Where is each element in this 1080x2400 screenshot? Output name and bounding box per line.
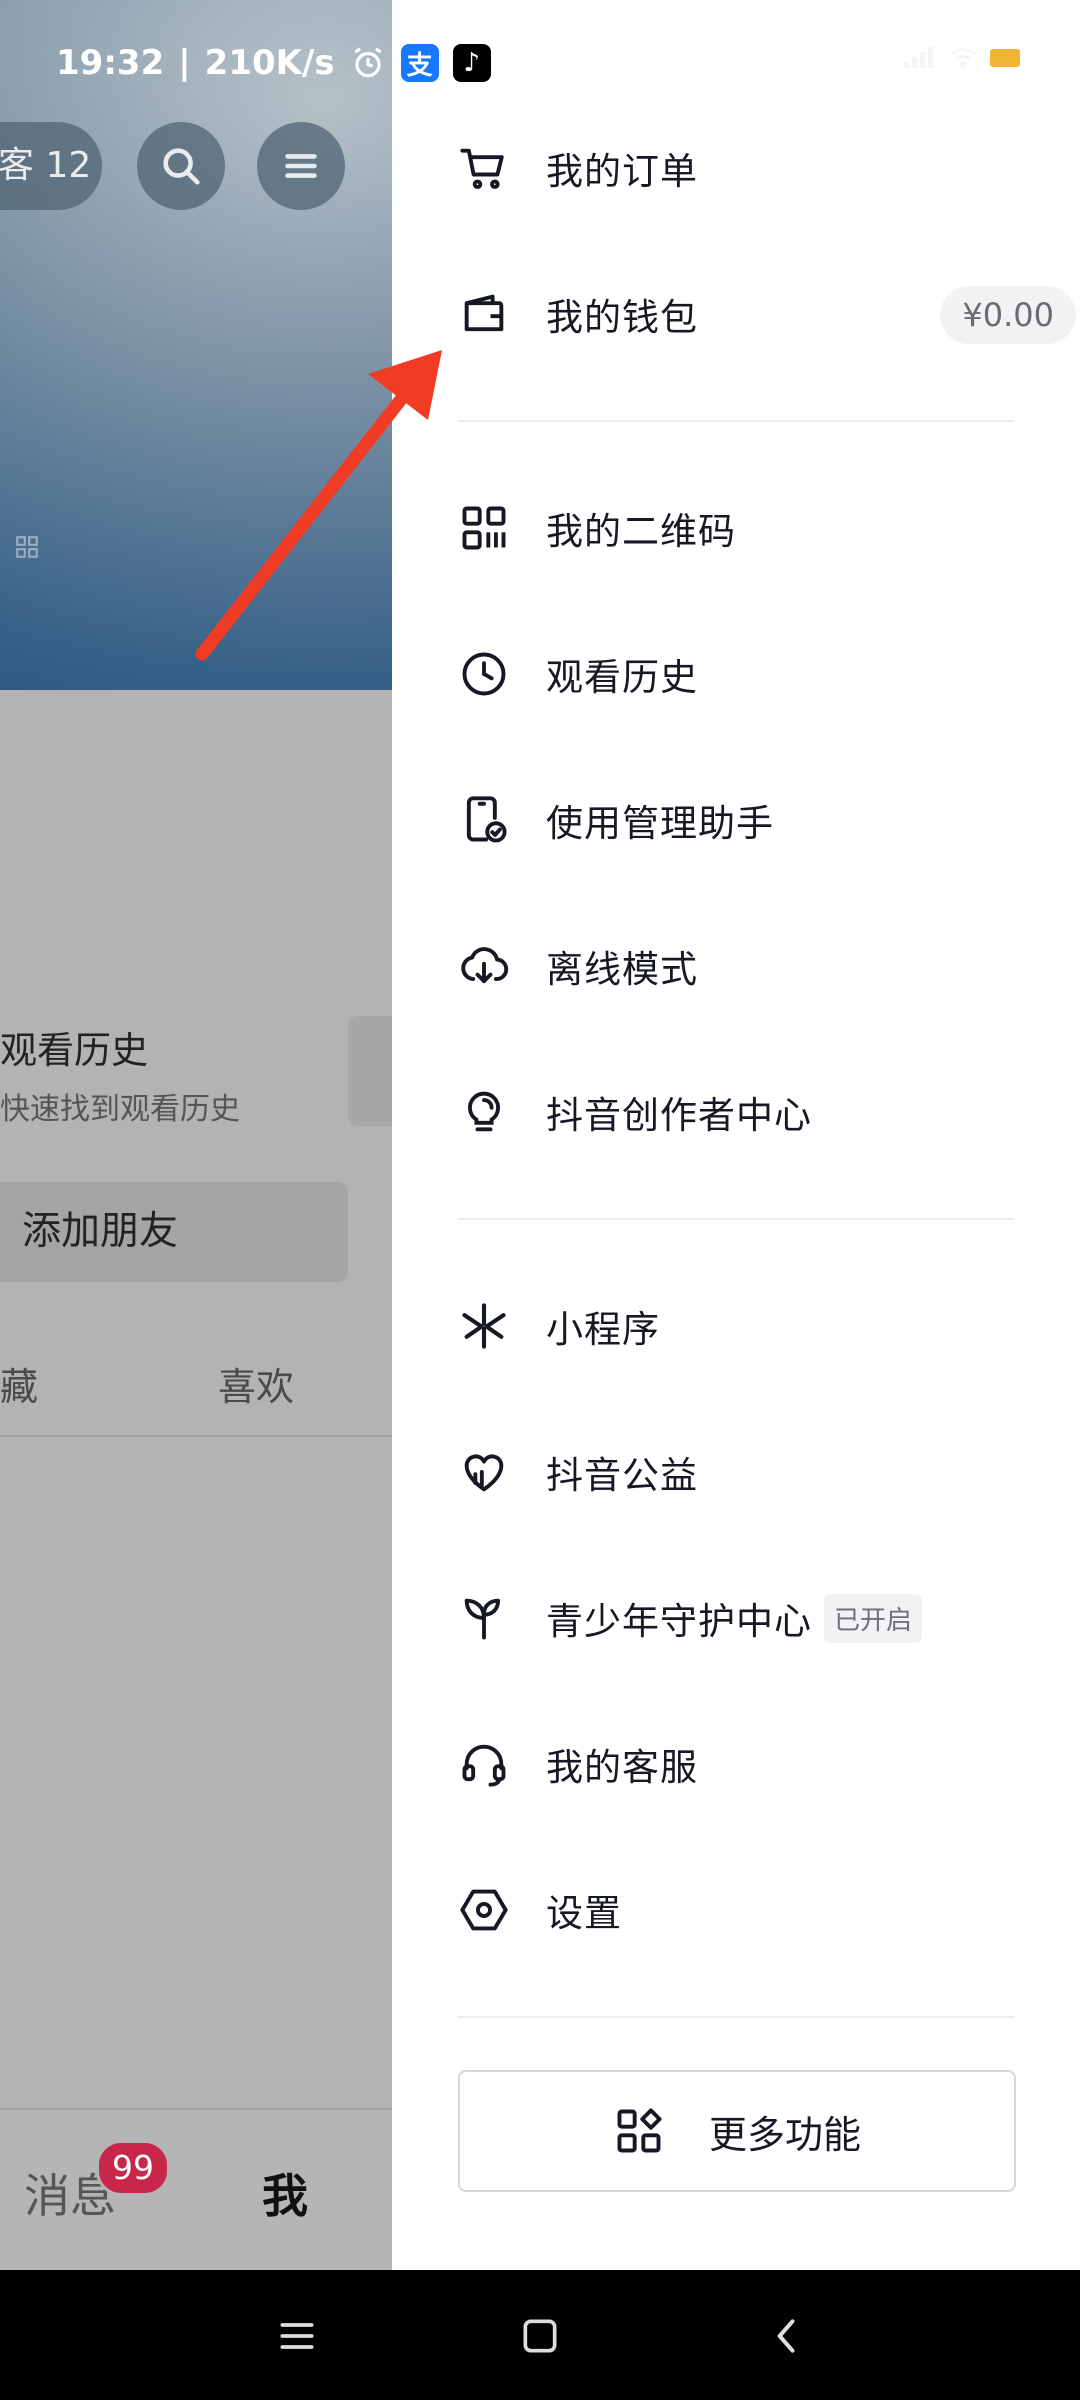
recents-menu-icon[interactable] xyxy=(275,2314,319,2358)
charity-heart-icon xyxy=(458,1446,510,1498)
menu-label: 小程序 xyxy=(546,1308,660,1351)
grid-apps-icon xyxy=(617,2108,662,2153)
search-icon xyxy=(163,148,200,185)
wifi-icon xyxy=(950,48,976,69)
status-separator: | xyxy=(178,43,191,83)
menu-button[interactable] xyxy=(257,122,345,210)
tiktok-icon: ♪ xyxy=(452,44,491,82)
clock-icon xyxy=(458,648,510,700)
more-features-button[interactable]: 更多功能 xyxy=(458,2070,1016,2192)
menu-label: 我的钱包 xyxy=(546,296,698,339)
settings-hex-icon xyxy=(458,1884,510,1936)
menu-label: 我的二维码 xyxy=(546,510,736,553)
mini-program-icon xyxy=(458,1300,510,1352)
alipay-icon: 支 xyxy=(400,44,439,82)
menu-creator-center[interactable]: 抖音创作者中心 xyxy=(458,1052,1078,1172)
menu-divider xyxy=(458,2016,1014,2018)
menu-label: 离线模式 xyxy=(546,948,698,991)
status-right-icons xyxy=(902,46,1020,70)
system-navigation-bar xyxy=(0,2270,1080,2400)
qr-small-icon xyxy=(16,536,38,558)
menu-youth-protection[interactable]: 青少年守护中心 已开启 xyxy=(458,1558,1078,1678)
status-time: 19:32 xyxy=(56,43,165,83)
phone-check-icon xyxy=(458,794,510,846)
tab-divider xyxy=(0,1435,400,1437)
menu-watch-history[interactable]: 观看历史 xyxy=(458,614,1078,734)
menu-offline-mode[interactable]: 离线模式 xyxy=(458,906,1078,1026)
status-tag: 已开启 xyxy=(824,1593,923,1643)
cloud-download-icon xyxy=(458,940,510,992)
menu-icon xyxy=(285,154,317,178)
menu-charity[interactable]: 抖音公益 xyxy=(458,1412,1078,1532)
messages-badge: 99 xyxy=(96,2140,170,2196)
menu-label: 我的订单 xyxy=(546,150,698,193)
more-features-label: 更多功能 xyxy=(708,2112,861,2157)
lightbulb-icon xyxy=(458,1086,510,1138)
wallet-balance: ¥0.00 xyxy=(940,286,1076,344)
side-drawer: 我的订单 我的钱包 ¥0.00 我的二维码 观看历史 使用管理助手 离线模式 抖… xyxy=(392,0,1080,2270)
menu-label: 使用管理助手 xyxy=(546,802,774,845)
add-friend-button[interactable]: 添加朋友 xyxy=(0,1182,348,1282)
menu-label: 我的客服 xyxy=(546,1746,698,1789)
signal-icon xyxy=(904,47,933,68)
history-card-subtitle: 快速找到观看历史 xyxy=(0,1092,240,1127)
menu-divider xyxy=(458,420,1014,422)
qr-code-icon xyxy=(458,502,510,554)
menu-label: 青少年守护中心 xyxy=(546,1600,812,1643)
nav-me[interactable]: 我 xyxy=(262,2160,308,2226)
menu-label: 观看历史 xyxy=(546,656,698,699)
menu-divider xyxy=(458,1218,1014,1220)
tab-collect[interactable]: 藏 xyxy=(0,1356,38,1411)
visitor-count-pill[interactable]: 客 12 xyxy=(0,122,102,210)
tab-like[interactable]: 喜欢 xyxy=(218,1356,294,1411)
home-square-icon[interactable] xyxy=(518,2314,562,2358)
menu-settings[interactable]: 设置 xyxy=(458,1850,1078,1970)
menu-label: 抖音创作者中心 xyxy=(546,1094,812,1137)
battery-icon xyxy=(990,49,1020,67)
menu-label: 抖音公益 xyxy=(546,1454,698,1497)
headset-icon xyxy=(458,1738,510,1790)
alarm-icon xyxy=(354,47,382,78)
menu-label: 设置 xyxy=(546,1892,622,1935)
cart-icon xyxy=(458,142,510,194)
menu-usage-assistant[interactable]: 使用管理助手 xyxy=(458,760,1078,880)
menu-customer-service[interactable]: 我的客服 xyxy=(458,1704,1078,1824)
search-button[interactable] xyxy=(137,122,225,210)
back-chevron-icon[interactable] xyxy=(765,2314,809,2358)
status-bar: 19:32 | 210K/s 支 ♪ xyxy=(56,40,491,86)
history-card-title: 观看历史 xyxy=(0,1029,148,1072)
menu-my-orders[interactable]: 我的订单 xyxy=(458,108,1078,228)
wallet-icon xyxy=(458,288,510,340)
menu-my-qr-code[interactable]: 我的二维码 xyxy=(458,468,1078,588)
menu-mini-program[interactable]: 小程序 xyxy=(458,1266,1078,1386)
status-net-speed: 210K/s xyxy=(204,43,335,83)
sprout-icon xyxy=(458,1592,510,1644)
